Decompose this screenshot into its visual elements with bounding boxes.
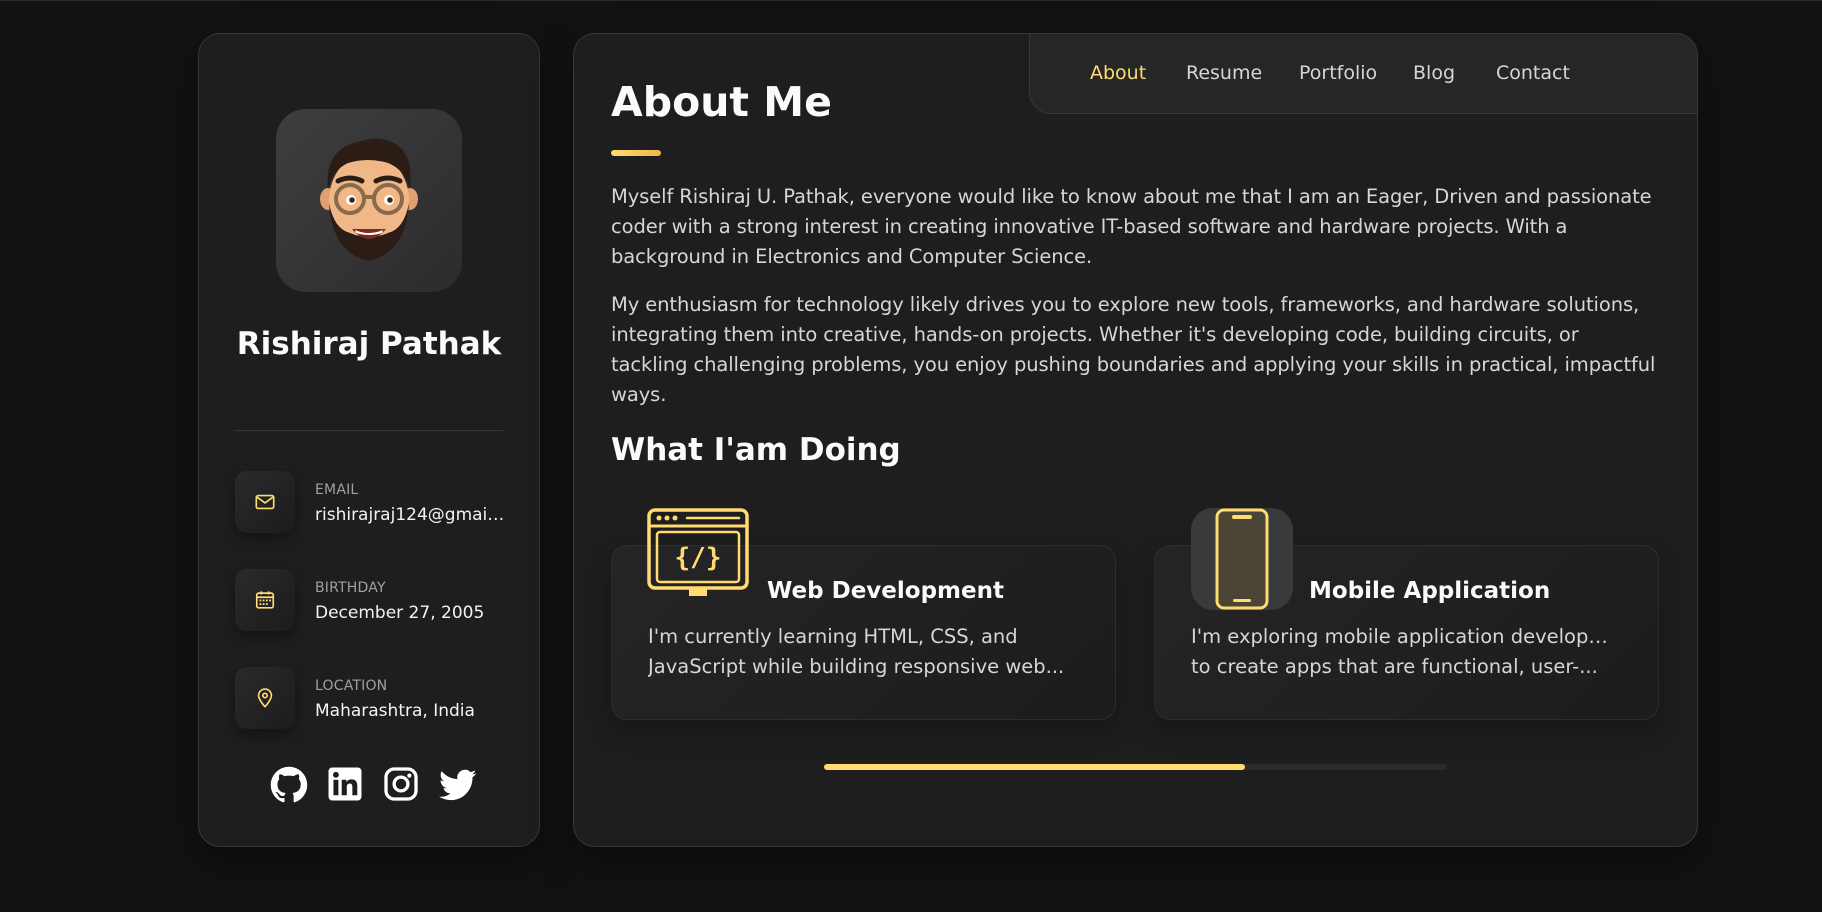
twitter-icon [439,769,477,801]
window-top-edge [0,0,1822,1]
service-description-line: to create apps that are functional, user… [1191,655,1598,678]
contact-icon-box [235,471,295,533]
contact-birthday: Birthday December 27, 2005 [235,569,525,631]
title-underline [611,150,661,156]
page-title: About Me [611,78,832,126]
contact-email: Email rishirajraj124@gmail.com [235,471,525,533]
service-description-line: I'm currently learning HTML, CSS, and [648,625,1018,648]
service-description-line: I'm exploring mobile application develop… [1191,625,1621,648]
birthday-value: December 27, 2005 [315,603,485,623]
instagram-link[interactable] [383,766,421,804]
about-paragraph: My enthusiasm for technology likely driv… [611,293,1656,406]
contact-title: Location [315,678,388,694]
about-paragraph: Myself Rishiraj U. Pathak, everyone woul… [611,185,1652,268]
nav-resume[interactable]: Resume [1186,62,1262,84]
scrollbar-thumb[interactable] [824,764,1245,770]
nav-contact[interactable]: Contact [1496,62,1570,84]
services-title: What I'am Doing [611,432,901,468]
contact-title: Birthday [315,580,386,596]
smartphone-icon [1191,508,1293,610]
horizontal-scrollbar[interactable] [824,764,1447,770]
contact-title: Email [315,482,359,498]
contact-location: Location Maharashtra, India [235,667,525,729]
service-description-line: JavaScript while building responsive web… [648,655,1065,678]
contact-icon-box [235,569,295,631]
github-icon [270,766,308,803]
linkedin-icon [328,767,362,801]
mail-icon [255,494,275,510]
navbar: About Resume Portfolio Blog Contact [1029,34,1697,114]
memoji-avatar-icon [320,138,418,261]
twitter-link[interactable] [439,766,477,804]
service-description: I'm exploring mobile application develop… [1191,622,1621,682]
contact-icon-box [235,667,295,729]
nav-blog[interactable]: Blog [1413,62,1455,84]
instagram-icon [384,767,418,801]
location-value: Maharashtra, India [315,701,475,721]
service-title: Web Development [767,578,1004,604]
location-icon [257,688,273,708]
service-title: Mobile Application [1309,578,1551,604]
service-description: I'm currently learning HTML, CSS, and Ja… [648,622,1078,682]
code-window-icon: {/} [647,508,749,596]
github-link[interactable] [270,766,308,804]
profile-name: Rishiraj Pathak [236,326,502,362]
nav-portfolio[interactable]: Portfolio [1299,62,1377,84]
avatar [276,109,462,292]
calendar-icon [255,591,275,609]
nav-about[interactable]: About [1090,62,1146,84]
svg-text:{/}: {/} [675,543,722,573]
email-link[interactable]: rishirajraj124@gmail.com [315,505,507,525]
sidebar-divider [235,430,503,431]
linkedin-link[interactable] [327,766,365,804]
